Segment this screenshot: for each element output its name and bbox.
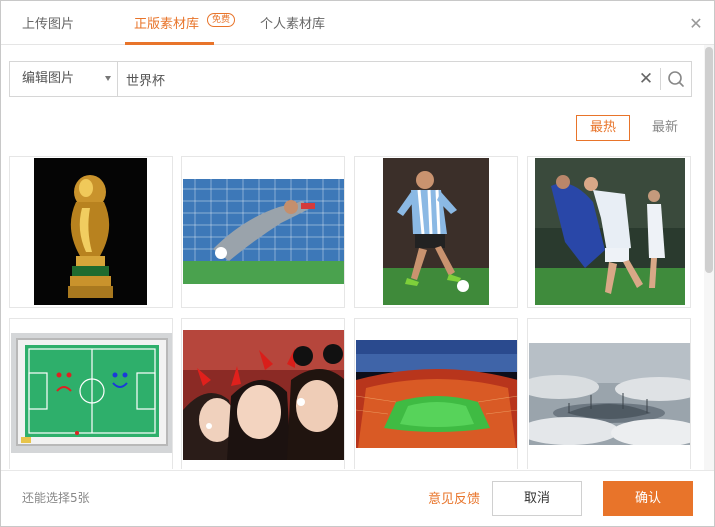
cancel-button[interactable]: 取消: [492, 481, 582, 516]
tab-bar: 上传图片 正版素材库 免费 个人素材库 ✕: [1, 1, 714, 45]
tab-upload[interactable]: 上传图片: [22, 1, 74, 45]
stadium-clouds-image: [529, 343, 690, 445]
image-card-goalkeeper[interactable]: [181, 156, 345, 308]
clear-icon[interactable]: ✕: [638, 70, 654, 88]
fans-image: [183, 330, 344, 460]
remaining-count-text: 还能选择5张: [22, 491, 90, 505]
goalkeeper-image: [183, 179, 344, 284]
confirm-button[interactable]: 确认: [603, 481, 693, 516]
close-icon[interactable]: ✕: [689, 16, 703, 32]
stadium-night-image: [356, 340, 517, 448]
search-divider: [660, 68, 661, 90]
category-select-value: 编辑图片: [22, 71, 75, 86]
tab-personal-library[interactable]: 个人素材库: [260, 1, 325, 45]
trophy-image: [34, 158, 147, 305]
image-picker-dialog: 上传图片 正版素材库 免费 个人素材库 ✕ 编辑图片 ✕ 最热 最新: [0, 0, 715, 527]
search-input[interactable]: [126, 68, 626, 90]
image-card-tactics-board[interactable]: [9, 318, 173, 469]
tactics-board-image: [11, 333, 172, 453]
feedback-link[interactable]: 意见反馈: [428, 488, 480, 507]
image-card-stadium-night[interactable]: [354, 318, 518, 469]
search-icon[interactable]: [666, 69, 686, 89]
free-badge: 免费: [207, 13, 236, 27]
search-bar: 编辑图片 ✕: [9, 61, 692, 97]
caret-down-icon: [105, 76, 111, 81]
image-card-trophy[interactable]: [9, 156, 173, 308]
image-card-headbutt[interactable]: [527, 156, 691, 308]
image-card-player[interactable]: [354, 156, 518, 308]
sort-newest-button[interactable]: 最新: [644, 115, 686, 141]
image-card-fans[interactable]: [181, 318, 345, 469]
tab-licensed-library[interactable]: 正版素材库: [134, 1, 199, 45]
sort-hottest-button[interactable]: 最热: [576, 115, 630, 141]
scrollbar-thumb[interactable]: [705, 47, 713, 273]
headbutt-image: [535, 158, 685, 305]
player-image: [383, 158, 489, 305]
image-card-stadium-clouds[interactable]: [527, 318, 691, 469]
active-tab-indicator: [125, 42, 214, 45]
category-select[interactable]: 编辑图片: [10, 62, 118, 96]
footer: 还能选择5张 意见反馈 取消 确认: [1, 470, 714, 526]
image-grid: [1, 151, 701, 469]
